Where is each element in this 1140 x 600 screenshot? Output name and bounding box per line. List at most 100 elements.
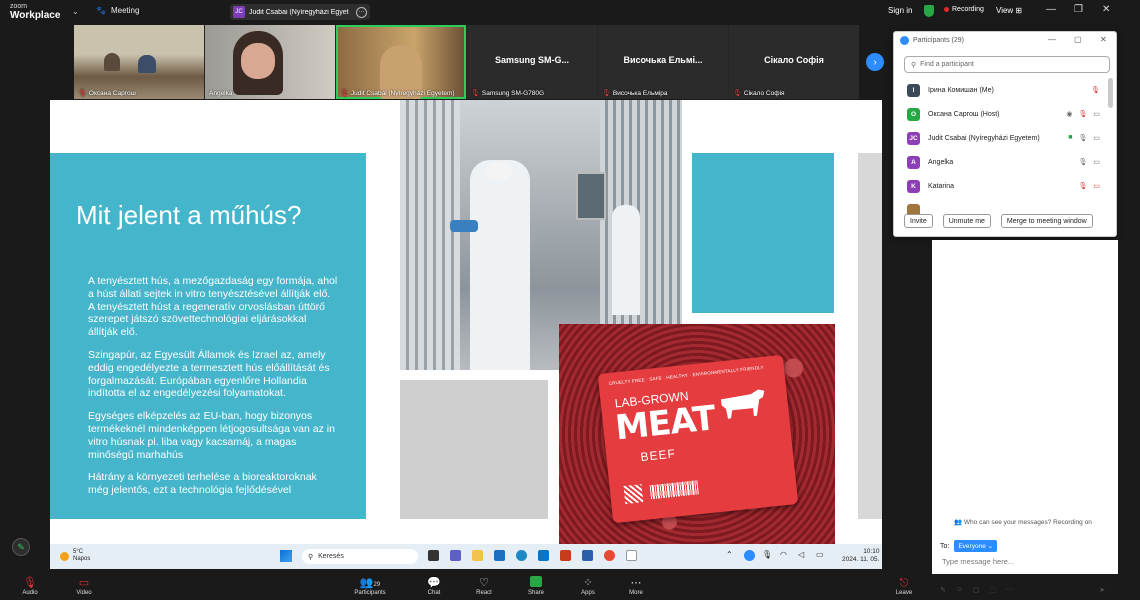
logo-line2: Workplace xyxy=(10,10,61,21)
view-label: View xyxy=(996,6,1014,15)
qr-code-icon xyxy=(623,484,644,504)
chat-icon: 💬 xyxy=(427,577,441,589)
participant-row[interactable]: I Ірина Комишан (Me) 🎙 xyxy=(894,78,1110,102)
scrollbar[interactable] xyxy=(1108,78,1113,108)
search-icon: ⚲ xyxy=(911,61,917,69)
video-tile[interactable]: Angelka xyxy=(205,25,335,99)
video-tile[interactable]: 🎙 Оксана Саргош xyxy=(74,25,204,99)
screen-share-chip[interactable]: JC Judit Csabai (Nyíregyházi Egyetem) ··… xyxy=(230,4,370,20)
decor-gray-block xyxy=(858,153,882,519)
video-tile[interactable]: Сікало Софія 🎙 Сікало Софія xyxy=(729,25,859,99)
people-icon: 👥 xyxy=(954,519,963,526)
mic-icon[interactable]: 🎙 xyxy=(1078,134,1087,142)
tile-label: 🎙 Оксана Саргош xyxy=(78,89,136,98)
annotate-pen-icon[interactable]: ✎ xyxy=(12,538,30,556)
mic-off-icon: 🎙 xyxy=(602,90,611,97)
hairnet xyxy=(486,162,512,180)
mic-off-icon[interactable]: 🎙 xyxy=(1091,86,1100,94)
participants-button[interactable]: 👥29 Participants xyxy=(350,576,390,596)
more-options-icon[interactable]: ··· xyxy=(356,6,367,18)
unmute-me-button[interactable]: Unmute me xyxy=(942,214,991,228)
more-button[interactable]: ⋯ More xyxy=(616,576,656,596)
video-tile-active-speaker[interactable]: 🎙 Judit Csabai (Nyíregyházi Egyetem) xyxy=(336,25,466,99)
participant-row[interactable]: A Angelka 🎙 ▭ xyxy=(894,150,1110,174)
react-label: React xyxy=(476,590,492,596)
mic-off-icon[interactable]: 🎙 xyxy=(1078,182,1087,190)
share-label: Share xyxy=(527,590,544,596)
sign-in-button[interactable]: Sign in xyxy=(888,6,912,15)
chevron-down-icon[interactable]: ⌄ xyxy=(72,7,79,16)
restore-icon[interactable]: ❐ xyxy=(1074,4,1083,15)
send-icon[interactable]: ➤ xyxy=(1099,586,1105,594)
merge-to-meeting-window-button[interactable]: Merge to meeting window xyxy=(1000,214,1093,228)
participant-row[interactable]: O Оксана Саргош (Host) ◉ 🎙 ▭ xyxy=(894,102,1110,126)
chevron-up-icon: ⌃ xyxy=(726,550,733,559)
mic-off-icon[interactable]: 🎙 xyxy=(1078,110,1087,118)
participant-count: 29 xyxy=(373,582,381,588)
participant-row[interactable]: K Katarina 🎙 ▭ xyxy=(894,174,1110,198)
chat-privacy-notice[interactable]: 👥 Who can see your messages? Recording o… xyxy=(954,518,1092,526)
avatar: K xyxy=(907,179,920,193)
minimize-icon[interactable]: — xyxy=(1048,35,1056,44)
participant-search-input[interactable]: ⚲ Find a participant xyxy=(904,56,1110,73)
close-icon[interactable]: ✕ xyxy=(1102,4,1110,15)
apps-button[interactable]: ⁘ Apps xyxy=(568,576,608,596)
video-tile[interactable]: Височька Ельмі... 🎙 Височька Ельміра xyxy=(598,25,728,99)
minimize-icon[interactable]: — xyxy=(1046,4,1056,15)
popout-icon[interactable]: ▢ xyxy=(1074,35,1082,44)
more-icon[interactable]: ··· xyxy=(1006,586,1013,594)
windows-search-label: Keresés xyxy=(318,553,344,560)
record-dot-icon xyxy=(944,7,949,12)
participants-panel: Participants (29) — ▢ ✕ ⚲ Find a partici… xyxy=(893,31,1117,237)
mic-off-icon: 🎙 xyxy=(471,90,480,97)
file-icon[interactable]: ▢ xyxy=(973,586,980,594)
zoom-logo: zoom Workplace xyxy=(10,2,61,21)
screenshot-icon[interactable]: ⬚ xyxy=(990,586,997,594)
emoji-icon[interactable]: ☺ xyxy=(956,586,963,594)
face xyxy=(241,43,275,79)
video-button[interactable]: ▭ Video xyxy=(64,576,104,596)
tile-label: 🎙 Judit Csabai (Nyíregyházi Egyetem) xyxy=(340,89,455,98)
close-icon[interactable]: ✕ xyxy=(1100,35,1107,44)
chat-button[interactable]: 💬 Chat xyxy=(414,576,454,596)
outlook-icon xyxy=(538,550,549,561)
meeting-menu[interactable]: 🐾 Meeting xyxy=(96,6,139,15)
chat-message-input[interactable]: Type message here... xyxy=(942,557,1014,566)
battery-icon: ▭ xyxy=(816,550,824,559)
chevron-right-icon[interactable]: › xyxy=(866,53,884,71)
camera-icon[interactable]: ▭ xyxy=(1093,158,1100,166)
chat-toolbar: ✎ ☺ ▢ ⬚ ··· ➤ xyxy=(932,586,1105,594)
screen-share-icon: ■ xyxy=(1068,134,1073,141)
audio-button[interactable]: 🎙 Audio xyxy=(10,576,50,596)
zoom-window: zoom Workplace ⌄ 🐾 Meeting JC Judit Csab… xyxy=(0,0,1140,600)
label-beef: BEEF xyxy=(639,446,677,465)
audio-label: Audio xyxy=(22,590,38,596)
participant-row[interactable]: JC Judit Csabai (Nyíregyházi Egyetem) ■ 🎙… xyxy=(894,126,1110,150)
react-button[interactable]: ♡ React xyxy=(464,576,504,596)
windows-search-box: ⚲ Keresés xyxy=(302,549,418,564)
teams-icon xyxy=(450,550,461,561)
share-button[interactable]: Share xyxy=(516,576,556,596)
zoom-icon xyxy=(900,36,909,45)
invite-button[interactable]: Invite xyxy=(904,214,933,228)
mic-icon[interactable]: 🎙 xyxy=(1078,158,1087,166)
participants-actions: Invite Unmute me Merge to meeting window xyxy=(904,214,1093,228)
tile-name: Samsung SM-G... xyxy=(494,55,569,65)
meat-package-label: CRUELTY FREE · SAFE · HEALTHY · ENVIRONM… xyxy=(597,354,799,524)
recording-indicator[interactable]: Recording xyxy=(944,6,984,13)
camera-off-icon[interactable]: ▭ xyxy=(1093,182,1100,190)
format-icon[interactable]: ✎ xyxy=(940,586,946,594)
recipient-dropdown[interactable]: Everyone ⌄ xyxy=(954,540,998,552)
record-icon: ◉ xyxy=(1066,111,1073,118)
weather-condition: Napos xyxy=(73,556,91,562)
camera-icon[interactable]: ▭ xyxy=(1093,110,1100,118)
leave-button[interactable]: ⎋ Leave xyxy=(884,576,924,596)
apps-icon: ⁘ xyxy=(583,577,593,589)
camera-icon[interactable]: ▭ xyxy=(1093,134,1100,142)
security-shield-icon[interactable] xyxy=(924,5,934,17)
document-icon xyxy=(626,550,637,561)
wifi-icon: ◠ xyxy=(780,550,787,559)
video-tile[interactable]: Samsung SM-G... 🎙 Samsung SM-G780G xyxy=(467,25,597,99)
view-button[interactable]: View ⊞ xyxy=(996,6,1022,15)
sun-icon xyxy=(60,551,69,561)
